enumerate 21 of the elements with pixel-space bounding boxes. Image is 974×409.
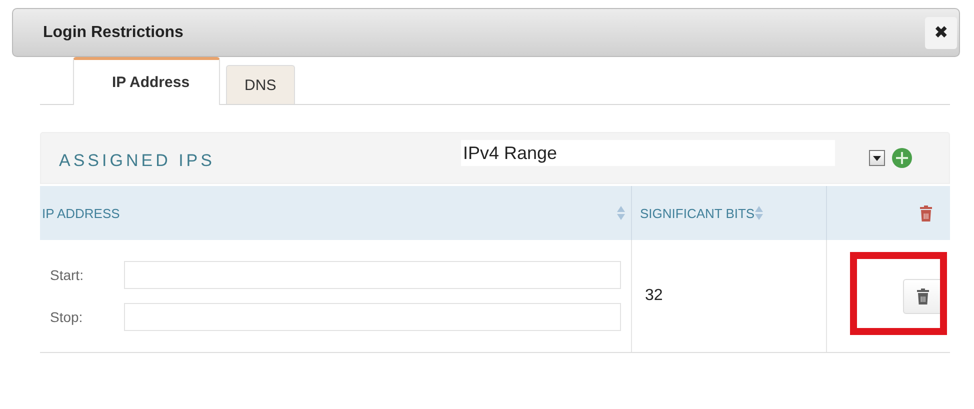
- close-button[interactable]: ✖: [925, 16, 957, 48]
- section-title: ASSIGNED IPS: [59, 151, 216, 171]
- sort-icon[interactable]: [754, 205, 763, 221]
- column-header[interactable]: SIGNIFICANT BITS: [640, 206, 755, 220]
- trash-icon[interactable]: [917, 288, 929, 304]
- field-label: Start:: [50, 267, 84, 283]
- field-label: Stop:: [50, 309, 84, 325]
- caret-icon: [873, 156, 881, 160]
- add-icon[interactable]: [892, 148, 912, 168]
- sort-icon[interactable]: [617, 205, 625, 221]
- table-cell: 32: [645, 287, 663, 305]
- input-field[interactable]: [124, 303, 621, 331]
- delete-button[interactable]: [903, 278, 943, 314]
- delete-all-icon[interactable]: [920, 204, 932, 222]
- input-field[interactable]: [124, 261, 621, 289]
- column-header[interactable]: IP ADDRESS: [42, 206, 120, 220]
- tab[interactable]: IP Address: [73, 57, 220, 105]
- window-title: Login Restrictions: [43, 24, 184, 42]
- type-select[interactable]: IPv4 Range: [461, 140, 835, 166]
- dropdown-button[interactable]: [869, 150, 885, 166]
- tab[interactable]: DNS: [226, 65, 296, 104]
